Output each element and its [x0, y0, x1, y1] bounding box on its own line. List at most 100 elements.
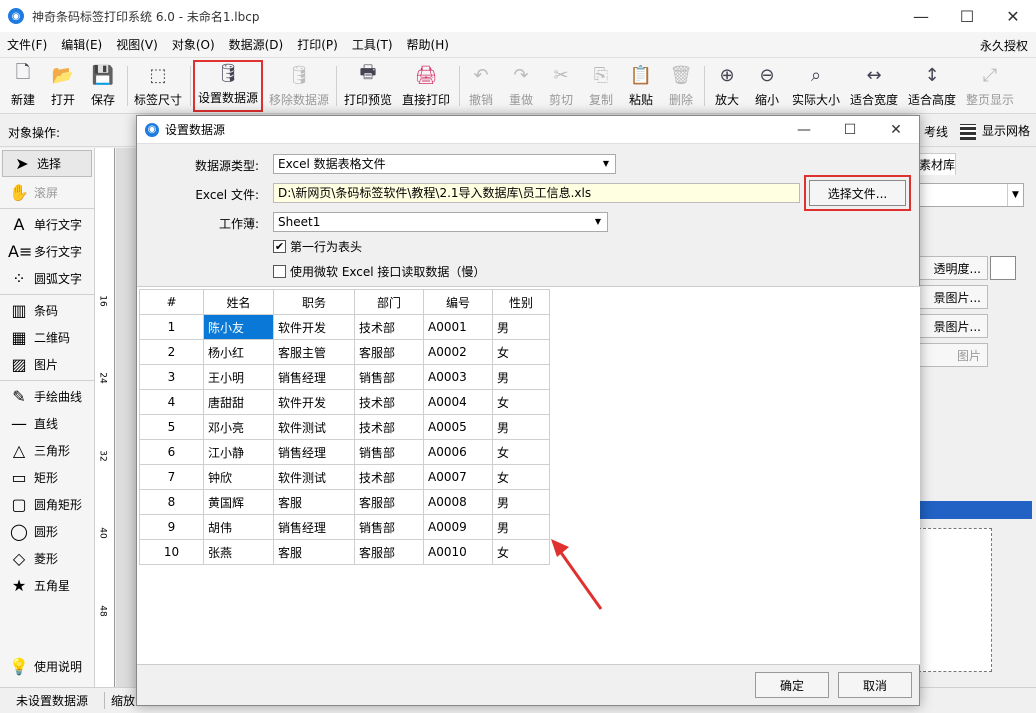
table-cell[interactable]: 客服部 — [354, 489, 424, 515]
table-row[interactable]: 2 杨小红 客服主管 客服部 A0002 女 — [139, 339, 550, 365]
table-cell[interactable]: 男 — [492, 314, 550, 340]
table-cell[interactable]: 女 — [492, 389, 550, 415]
maximize-button[interactable]: ☐ — [944, 0, 990, 32]
table-cell[interactable]: A0001 — [423, 314, 493, 340]
tool-star[interactable]: ★ 五角星 — [0, 572, 94, 599]
toolbar-open-button[interactable]: 📂 打开 — [44, 60, 82, 112]
menu-object[interactable]: 对象(O) — [165, 36, 222, 53]
toolbar-fit-height-button[interactable]: ↕ 适合高度 — [904, 60, 960, 112]
background-image-button-2[interactable]: 景图片... — [918, 314, 988, 338]
table-cell[interactable]: 男 — [492, 364, 550, 390]
toolbar-zoom-out-button[interactable]: ⊖ 缩小 — [748, 60, 786, 112]
row-number-cell[interactable]: 1 — [139, 314, 204, 340]
tool-arc-text[interactable]: ⁘ 圆弧文字 — [0, 265, 94, 292]
row-number-cell[interactable]: 7 — [139, 464, 204, 490]
table-cell[interactable]: 胡伟 — [203, 514, 274, 540]
table-cell[interactable]: 销售部 — [354, 364, 424, 390]
table-cell[interactable]: 技术部 — [354, 464, 424, 490]
table-cell[interactable]: A0004 — [423, 389, 493, 415]
toolbar-copy-button[interactable]: ⎘ 复制 — [582, 60, 620, 112]
menu-help[interactable]: 帮助(H) — [400, 36, 456, 53]
toolbar-undo-button[interactable]: ↶ 撤销 — [462, 60, 500, 112]
tool-multi-text[interactable]: A≡ 多行文字 — [0, 238, 94, 265]
close-button[interactable]: ✕ — [990, 0, 1036, 32]
row-number-cell[interactable]: 10 — [139, 539, 204, 565]
toolbar-remove-datasource-button[interactable]: 🛢 移除数据源 — [266, 60, 332, 112]
menu-edit[interactable]: 编辑(E) — [54, 36, 109, 53]
menu-print[interactable]: 打印(P) — [290, 36, 345, 53]
table-cell[interactable]: 唐甜甜 — [203, 389, 274, 415]
sheet-select[interactable]: Sheet1 ▼ — [273, 212, 608, 232]
tool-select[interactable]: ➤ 选择 — [2, 150, 92, 177]
col-header[interactable]: 姓名 — [203, 289, 274, 315]
table-cell[interactable]: 技术部 — [354, 389, 424, 415]
table-cell[interactable]: 张燕 — [203, 539, 274, 565]
menu-datasource[interactable]: 数据源(D) — [222, 36, 291, 53]
table-cell[interactable]: 软件测试 — [273, 414, 355, 440]
table-cell[interactable]: 销售部 — [354, 439, 424, 465]
table-cell[interactable]: 销售部 — [354, 514, 424, 540]
table-cell[interactable]: 女 — [492, 439, 550, 465]
table-cell[interactable]: 王小明 — [203, 364, 274, 390]
tool-round-rect[interactable]: ▢ 圆角矩形 — [0, 491, 94, 518]
toolbar-print-preview-button[interactable]: 🖶 打印预览 — [340, 60, 396, 112]
toolbar-paste-button[interactable]: 📋 粘贴 — [622, 60, 660, 112]
table-cell[interactable]: 邓小亮 — [203, 414, 274, 440]
toolbar-set-datasource-button[interactable]: 🛢 设置数据源 — [193, 60, 263, 112]
transparency-button[interactable]: 透明度... — [918, 256, 988, 280]
tool-line[interactable]: — 直线 — [0, 410, 94, 437]
table-cell[interactable]: 男 — [492, 514, 550, 540]
toolbar-print-button[interactable]: 🖨 直接打印 — [398, 60, 454, 112]
table-row[interactable]: 8 黄国辉 客服 客服部 A0008 男 — [139, 489, 550, 515]
col-header[interactable]: 部门 — [354, 289, 424, 315]
table-cell[interactable]: A0008 — [423, 489, 493, 515]
dialog-close-button[interactable]: ✕ — [873, 116, 919, 144]
table-cell[interactable]: 客服部 — [354, 339, 424, 365]
dialog-minimize-button[interactable]: — — [781, 116, 827, 144]
toolbar-delete-button[interactable]: 🗑 删除 — [662, 60, 700, 112]
table-cell[interactable]: A0002 — [423, 339, 493, 365]
row-number-cell[interactable]: 2 — [139, 339, 204, 365]
tool-single-text[interactable]: A 单行文字 — [0, 211, 94, 238]
table-cell[interactable]: 软件开发 — [273, 389, 355, 415]
table-cell[interactable]: A0007 — [423, 464, 493, 490]
table-cell[interactable]: 陈小友 — [203, 314, 274, 340]
first-row-header-checkbox[interactable]: ✔ 第一行为表头 — [273, 238, 362, 255]
table-cell[interactable]: 江小静 — [203, 439, 274, 465]
table-row[interactable]: 5 邓小亮 软件测试 技术部 A0005 男 — [139, 414, 550, 440]
tool-image[interactable]: ▨ 图片 — [0, 351, 94, 378]
table-cell[interactable]: 钟欣 — [203, 464, 274, 490]
show-grid-toggle[interactable]: 显示网格 — [954, 122, 1036, 140]
toolbar-cut-button[interactable]: ✂ 剪切 — [542, 60, 580, 112]
tool-barcode[interactable]: ▥ 条码 — [0, 297, 94, 324]
tool-freehand[interactable]: ✎ 手绘曲线 — [0, 383, 94, 410]
table-cell[interactable]: 黄国辉 — [203, 489, 274, 515]
table-cell[interactable]: 男 — [492, 489, 550, 515]
toolbar-fit-width-button[interactable]: ↔ 适合宽度 — [846, 60, 902, 112]
tool-scroll[interactable]: ✋ 滚屏 — [0, 179, 94, 206]
table-cell[interactable]: 杨小红 — [203, 339, 274, 365]
table-cell[interactable]: 销售经理 — [273, 439, 355, 465]
table-cell[interactable]: 客服主管 — [273, 339, 355, 365]
table-row[interactable]: 4 唐甜甜 软件开发 技术部 A0004 女 — [139, 389, 550, 415]
choose-file-button[interactable]: 选择文件... — [809, 180, 906, 206]
col-header[interactable]: 性别 — [492, 289, 550, 315]
table-cell[interactable]: 软件开发 — [273, 314, 355, 340]
tool-diamond[interactable]: ◇ 菱形 — [0, 545, 94, 572]
table-row[interactable]: 9 胡伟 销售经理 销售部 A0009 男 — [139, 514, 550, 540]
table-cell[interactable]: 女 — [492, 539, 550, 565]
dialog-maximize-button[interactable]: ☐ — [827, 116, 873, 144]
help-button[interactable]: 💡 使用说明 — [0, 653, 82, 680]
design-canvas[interactable] — [116, 148, 136, 688]
col-header[interactable]: 编号 — [423, 289, 493, 315]
excel-file-path-field[interactable]: D:\新网页\条码标签软件\教程\2.1导入数据库\员工信息.xls — [273, 183, 800, 203]
toolbar-zoom-in-button[interactable]: ⊕ 放大 — [708, 60, 746, 112]
ok-button[interactable]: 确定 — [755, 672, 829, 698]
table-row[interactable]: 10 张燕 客服 客服部 A0010 女 — [139, 539, 550, 565]
row-number-cell[interactable]: 9 — [139, 514, 204, 540]
table-cell[interactable]: A0010 — [423, 539, 493, 565]
tool-triangle[interactable]: △ 三角形 — [0, 437, 94, 464]
row-number-cell[interactable]: 8 — [139, 489, 204, 515]
table-cell[interactable]: 客服部 — [354, 539, 424, 565]
table-cell[interactable]: A0009 — [423, 514, 493, 540]
